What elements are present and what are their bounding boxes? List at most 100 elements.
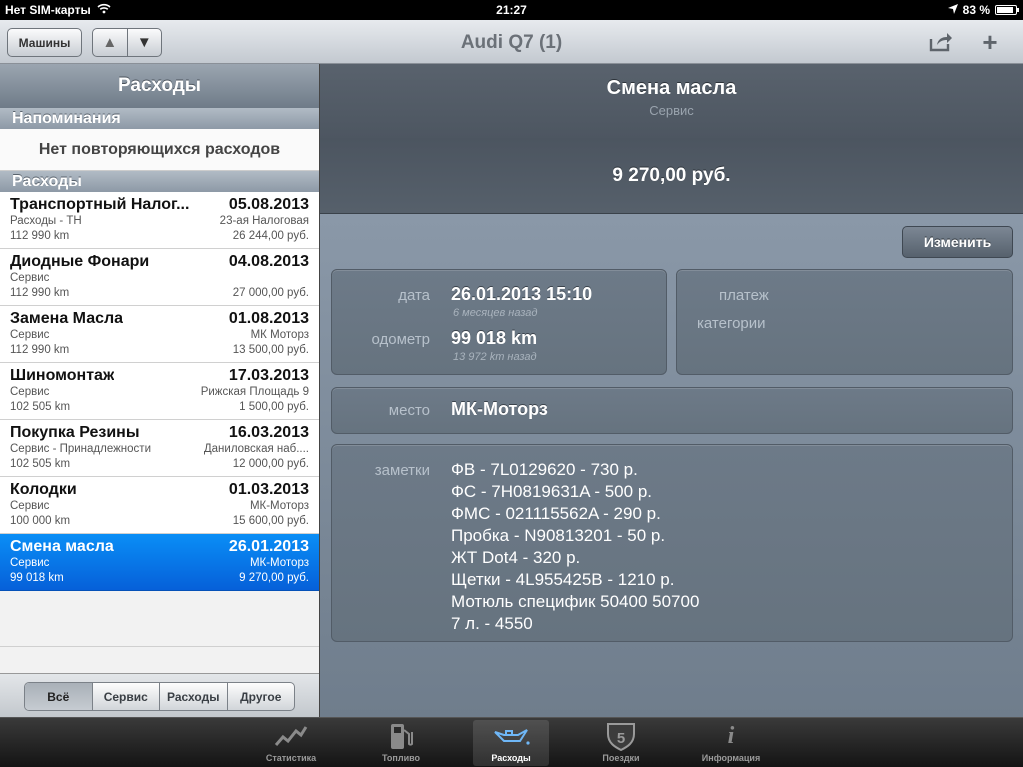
payment-label: платеж xyxy=(719,287,769,304)
tab-label: Информация xyxy=(701,753,761,763)
expense-category: Сервис xyxy=(10,329,50,341)
filter-expenses-button[interactable]: Расходы xyxy=(159,683,227,710)
notes-line: Мотюль специфик 50400 50700 xyxy=(451,592,700,611)
expense-date: 05.08.2013 xyxy=(228,196,309,213)
expense-category: Сервис xyxy=(10,272,50,284)
detail-title: Смена масла xyxy=(606,77,737,99)
expense-category: Сервис xyxy=(10,557,50,569)
filter-toolbar: Всё Сервис Расходы Другое xyxy=(0,673,319,717)
notes-line: ФВ - 7L0129620 - 730 р. xyxy=(451,460,638,479)
tab-info[interactable]: i Информация xyxy=(693,720,769,766)
edit-button[interactable]: Изменить xyxy=(902,226,1013,258)
notes-text: ФВ - 7L0129620 - 730 р. ФС - 7H0819631A … xyxy=(451,459,699,635)
expense-name: Транспортный Налог... xyxy=(10,196,190,213)
filter-all-button[interactable]: Всё xyxy=(25,683,92,710)
expense-name: Замена Масла xyxy=(10,310,124,327)
notes-card: заметки ФВ - 7L0129620 - 730 р. ФС - 7H0… xyxy=(331,444,1013,642)
battery-percent: 83 % xyxy=(962,3,990,17)
expense-cost: 13 500,00 руб. xyxy=(232,344,309,356)
expense-row-selected[interactable]: Смена масла 26.01.2013 Сервис МК-Моторз 99… xyxy=(0,534,319,591)
expense-row[interactable]: Покупка Резины 16.03.2013 Сервис - Принад… xyxy=(0,420,319,477)
expense-row[interactable]: Диодные Фонари 04.08.2013 Сервис 112 990 … xyxy=(0,249,319,306)
expense-row[interactable]: Транспортный Налог... 05.08.2013 Расходы … xyxy=(0,192,319,249)
expense-category: Сервис xyxy=(10,500,50,512)
odometer-value: 99 018 km xyxy=(451,328,538,348)
tab-fuel[interactable]: Топливо xyxy=(363,720,439,766)
expense-place: МК-Моторз xyxy=(249,500,309,512)
expense-name: Шиномонтаж xyxy=(10,367,115,384)
expense-odometer: 112 990 km xyxy=(10,287,70,299)
expense-category: Сервис - Принадлежности xyxy=(10,443,151,455)
expense-cost: 15 600,00 руб. xyxy=(232,515,309,527)
battery-icon xyxy=(995,5,1019,15)
expense-date: 01.03.2013 xyxy=(228,481,309,498)
expense-odometer: 102 505 km xyxy=(10,458,71,470)
notes-line: ФМС - 021115562A - 290 р. xyxy=(451,504,661,523)
expense-place: 23-ая Налоговая xyxy=(219,215,309,227)
reminders-section-header: Напоминания xyxy=(0,108,319,129)
odometer-label: одометр xyxy=(371,331,430,348)
notes-label: заметки xyxy=(374,462,430,479)
filter-segmented-control: Всё Сервис Расходы Другое xyxy=(24,682,295,711)
expense-category: Сервис xyxy=(10,386,50,398)
tab-trips[interactable]: 5 Поездки xyxy=(583,720,659,766)
expense-place: Рижская Площадь 9 xyxy=(200,386,309,398)
expense-odometer: 112 990 km xyxy=(10,344,70,356)
expense-odometer: 100 000 km xyxy=(10,515,71,527)
expense-row[interactable]: Замена Масла 01.08.2013 Сервис МК Моторз 1… xyxy=(0,306,319,363)
expense-date: 26.01.2013 xyxy=(228,538,309,555)
place-value: МК-Моторз xyxy=(451,399,548,419)
expense-category: Расходы - ТН xyxy=(10,215,82,227)
expenses-list-panel: Расходы Напоминания Нет повторяющихся ра… xyxy=(0,64,320,717)
detail-category: Сервис xyxy=(649,103,694,118)
tab-label: Статистика xyxy=(265,753,317,763)
expense-row[interactable]: Колодки 01.03.2013 Сервис МК-Моторз 100 00… xyxy=(0,477,319,534)
expense-name: Смена масла xyxy=(10,538,114,555)
list-title: Расходы xyxy=(0,64,319,108)
tab-label: Топливо xyxy=(381,753,421,763)
notes-line: Щетки - 4L955425B - 1210 р. xyxy=(451,570,675,589)
detail-header: Смена масла Сервис xyxy=(320,64,1023,138)
list-empty-area xyxy=(0,591,319,649)
oil-can-icon xyxy=(492,720,530,752)
no-recurring-message: Нет повторяющихся расходов xyxy=(0,129,319,171)
navigation-bar: Машины ▲ ▼ Audi Q7 (1) + xyxy=(0,20,1023,64)
expense-cost: 12 000,00 руб. xyxy=(232,458,309,470)
categories-label: категории xyxy=(697,315,766,332)
status-bar: Нет SIM-карты 21:27 83 % xyxy=(0,0,1023,20)
tab-statistics[interactable]: Статистика xyxy=(253,720,329,766)
expense-date: 04.08.2013 xyxy=(228,253,309,270)
expense-place: МК-Моторз xyxy=(249,557,309,569)
filter-service-button[interactable]: Сервис xyxy=(91,683,160,710)
expense-row[interactable]: Шиномонтаж 17.03.2013 Сервис Рижская Площа… xyxy=(0,363,319,420)
expense-name: Диодные Фонари xyxy=(10,253,150,270)
expense-cost: 9 270,00 руб. xyxy=(239,572,309,584)
expense-cost: 1 500,00 руб. xyxy=(239,401,309,413)
expense-date: 17.03.2013 xyxy=(228,367,309,384)
tab-label: Расходы xyxy=(491,753,531,763)
date-label: дата xyxy=(398,287,430,304)
add-button[interactable]: + xyxy=(975,27,1005,57)
expenses-section-header: Расходы xyxy=(0,171,319,192)
expense-cost: 27 000,00 руб. xyxy=(232,287,309,299)
notes-line: 7 л. - 4550 xyxy=(451,614,533,633)
notes-line: ЖТ Dot4 - 320 р. xyxy=(451,548,581,567)
detail-body: Изменить дата 26.01.2013 15:10 6 месяцев… xyxy=(320,214,1023,717)
expense-odometer: 102 505 km xyxy=(10,401,71,413)
expense-detail-panel: Смена масла Сервис 9 270,00 руб. Изменит… xyxy=(320,64,1023,717)
tab-expenses[interactable]: Расходы xyxy=(473,720,549,766)
place-label: место xyxy=(388,402,430,419)
share-icon[interactable] xyxy=(926,28,956,56)
filter-other-button[interactable]: Другое xyxy=(226,683,295,710)
date-value: 26.01.2013 15:10 xyxy=(451,284,593,304)
expense-odometer: 112 990 km xyxy=(10,230,70,242)
date-hint: 6 месяцев назад xyxy=(453,307,538,319)
payment-categories-card: платеж категории xyxy=(676,269,1013,375)
expense-place: МК Моторз xyxy=(250,329,309,341)
date-odometer-card: дата 26.01.2013 15:10 6 месяцев назад од… xyxy=(331,269,667,375)
tab-label: Поездки xyxy=(602,753,640,763)
route-shield-icon: 5 xyxy=(604,720,638,752)
clock: 21:27 xyxy=(496,3,527,17)
expense-date: 16.03.2013 xyxy=(228,424,309,441)
tab-bar: Статистика Топливо Расходы 5 Поездки i И… xyxy=(0,717,1023,767)
